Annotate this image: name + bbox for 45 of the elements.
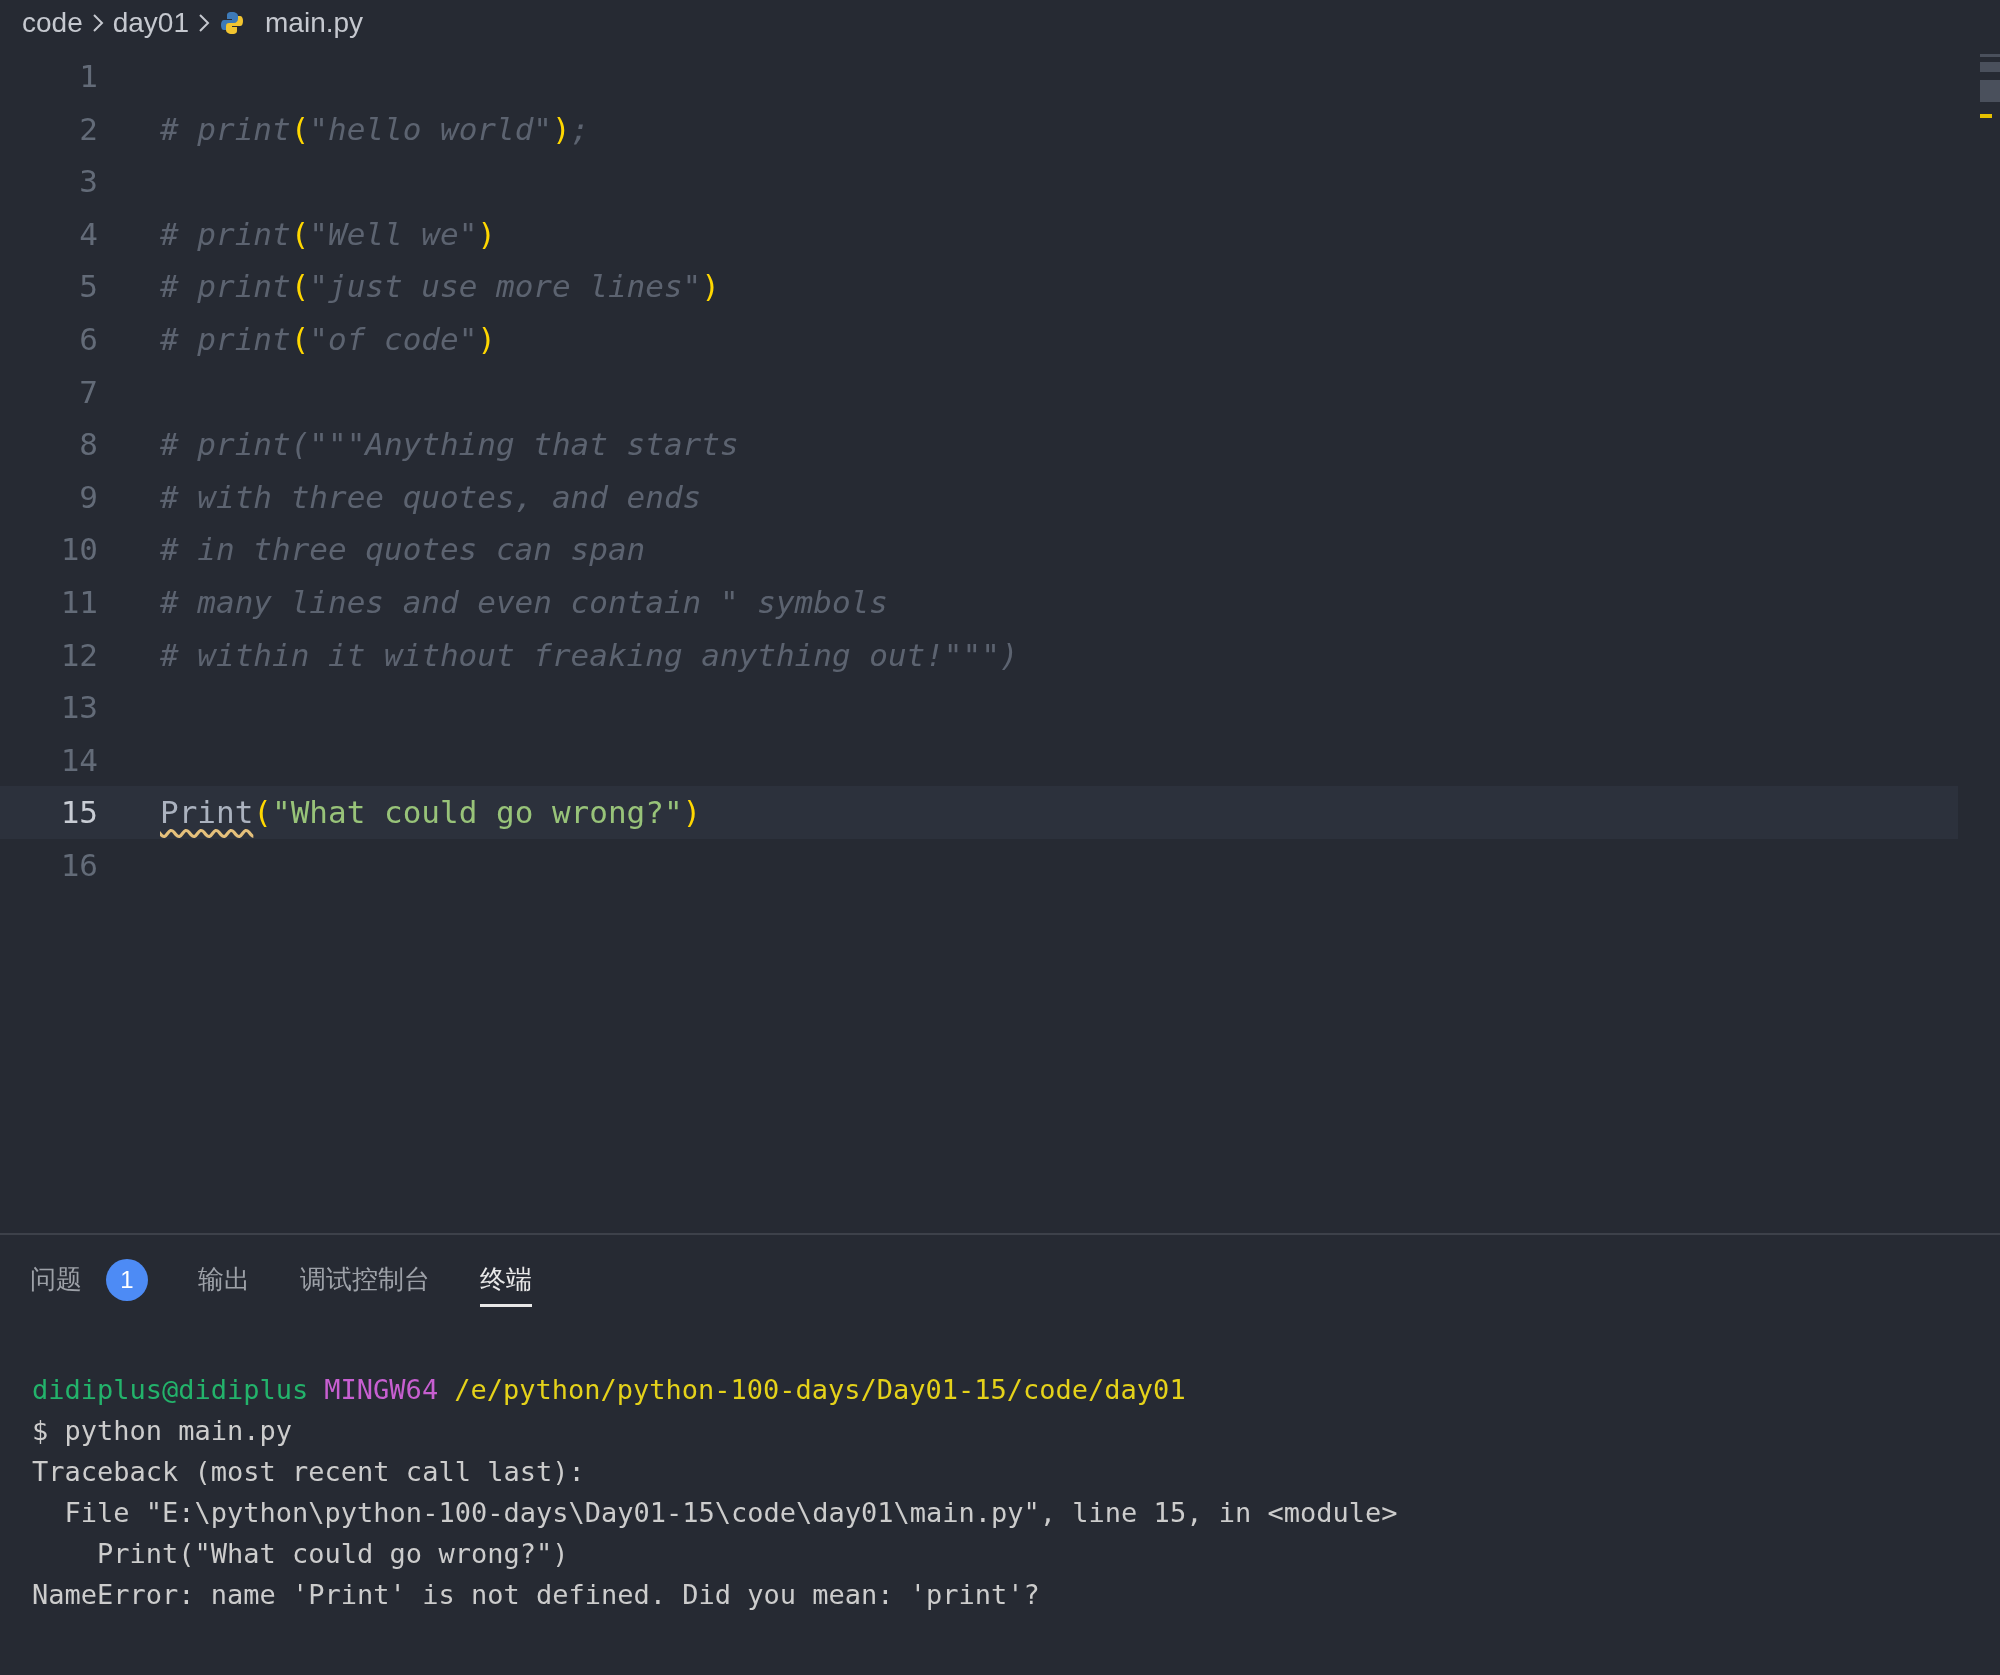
panel-tab[interactable]: 输出 [198,1255,250,1307]
breadcrumb-item[interactable]: main.py [265,2,364,44]
line-number: 3 [78,162,98,202]
terminal-text: /e/python/python-100-days/Day01-15/code/day01 [454,1373,1186,1407]
code-line: # many lines and even contain " symbols [160,583,888,622]
code-line: # within it without freaking anything out!""") [160,635,1019,675]
line-number: 6 [78,320,98,359]
breadcrumb-item[interactable]: code [22,2,83,44]
code-line: # print("hello world"); [160,109,590,149]
line-number: 8 [78,425,98,465]
line-number: 4 [78,214,98,254]
terminal-text: Print("What could go wrong?") [96,1537,569,1571]
panel-tab[interactable]: 终端 [480,1255,532,1307]
chevron-right-icon [197,12,211,34]
line-number: 11 [59,583,98,622]
line-number: 12 [59,635,98,675]
terminal-text: MINGW64 [324,1373,439,1407]
line-number: 1 [78,57,98,97]
panel-tab[interactable]: 问题 1 [30,1255,148,1307]
chevron-right-icon [90,12,105,34]
terminal-text: File "E:\python\python-100-days\Day01-15\code\day01\main.py", line 15, in <module> [63,1496,1398,1530]
breadcrumb-item[interactable]: day01 [112,2,189,44]
terminal-text: Traceback (most recent call last): [32,1455,585,1489]
panel-tab[interactable]: 调试控制台 [300,1255,430,1307]
terminal-text: $ python main.py [32,1414,293,1448]
line-number: 7 [78,372,98,412]
code-line: Print("What could go wrong?") [160,793,702,833]
line-number: 14 [59,740,98,780]
line-number: 9 [78,477,98,517]
count-badge: 1 [106,1258,148,1301]
code-line: # in three quotes can span [160,530,646,570]
line-number: 5 [78,267,98,307]
line-number: 13 [59,688,98,728]
terminal-text: didiplus@didiplus [32,1373,309,1407]
code-line: # print("Well we") [160,214,496,254]
line-number: 2 [78,109,98,149]
code-line: # with three quotes, and ends [160,477,702,517]
line-number: 16 [59,845,98,885]
python-file-icon [219,10,245,36]
line-number: 15 [59,793,98,833]
terminal-text: NameError: name 'Print' is not defined. Did you mean: 'print'? [32,1578,1040,1612]
code-line: # print("just use more lines") [160,267,720,307]
code-line: # print("""Anything that starts [160,425,739,465]
code-line: # print("of code") [160,320,496,359]
line-number: 10 [59,530,98,570]
